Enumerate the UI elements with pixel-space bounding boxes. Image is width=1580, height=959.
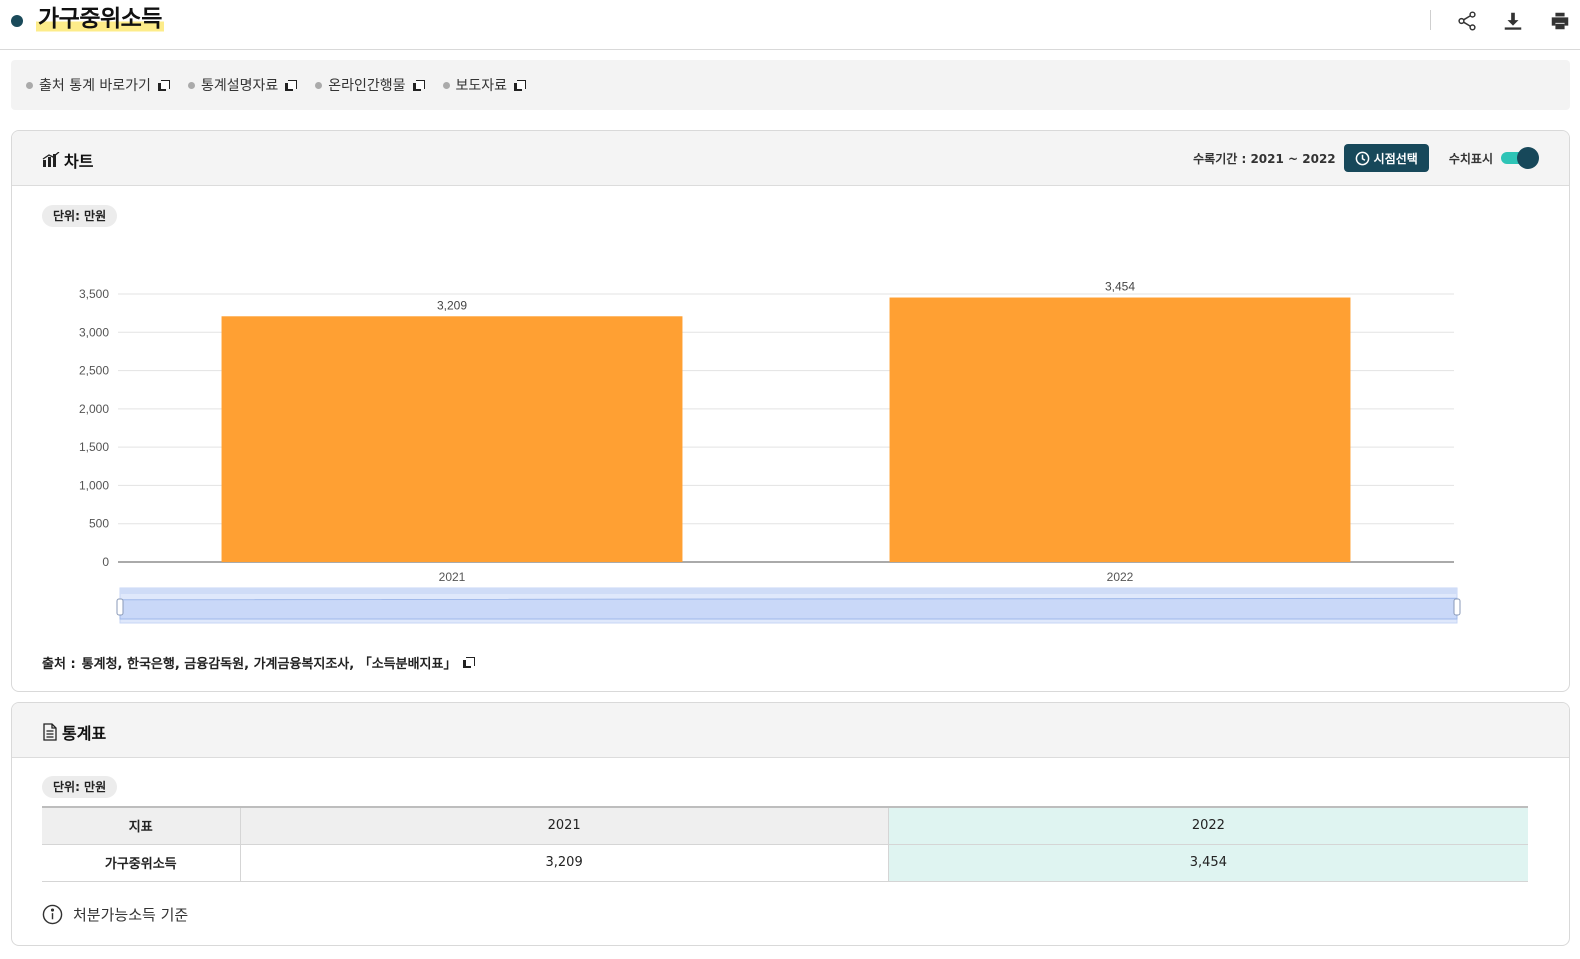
info-icon [42, 904, 63, 925]
cell-2021: 3,209 [240, 844, 889, 882]
header-year-2022: 2022 [888, 807, 1528, 845]
x-tick-label: 2022 [1107, 570, 1134, 584]
table-panel-header: 통계표 [12, 703, 1569, 758]
title-bullet [11, 15, 23, 27]
header-divider [1430, 10, 1431, 30]
bullet [442, 81, 450, 89]
external-link-icon[interactable] [463, 657, 476, 668]
y-tick-label: 2,000 [79, 402, 109, 416]
external-link-icon [412, 79, 425, 91]
y-tick-label: 1,500 [79, 440, 109, 454]
link-label: 온라인간행물 [328, 78, 406, 94]
navigator-right-handle[interactable] [1453, 598, 1461, 616]
link-source-stats[interactable]: 출처 통계 바로가기 [26, 75, 170, 95]
table-unit-badge: 단위: 만원 [42, 776, 118, 798]
navigator-top-bar [120, 588, 1457, 594]
cell-2022: 3,454 [888, 844, 1528, 882]
related-links-bar: 출처 통계 바로가기 통계설명자료 온라인간행물 보도자료 [11, 60, 1570, 110]
header-year-2021: 2021 [240, 807, 889, 845]
table-row: 가구중위소득 3,209 3,454 [42, 844, 1528, 882]
y-tick-label: 3,000 [79, 325, 109, 339]
source-text[interactable]: 통계청, 한국은행, 금융감독원, 가계금융복지조사, 「소득분배지표」 [82, 653, 457, 672]
bullet [187, 81, 195, 89]
page-header: 가구중위소득 [0, 0, 1580, 50]
link-label: 출처 통계 바로가기 [39, 78, 151, 94]
note-text: 처분가능소득 기준 [73, 906, 189, 924]
share-button[interactable] [1452, 6, 1482, 36]
table-header-row: 지표 2021 2022 [42, 807, 1528, 845]
navigator-series-area [119, 597, 1458, 620]
document-icon [43, 723, 57, 741]
y-tick-label: 500 [89, 517, 109, 531]
data-label: 3,454 [1105, 280, 1135, 294]
external-link-icon [157, 79, 170, 91]
chart-source: 출처 : 통계청, 한국은행, 금융감독원, 가계금융복지조사, 「소득분배지표… [42, 653, 476, 672]
link-press-release[interactable]: 보도자료 [442, 75, 527, 95]
link-online-publication[interactable]: 온라인간행물 [315, 75, 425, 95]
table-panel: 통계표 단위: 만원 지표 2021 2022 가구중위소득 3,209 3,4… [11, 702, 1570, 946]
bullet [26, 81, 33, 89]
print-button[interactable] [1545, 6, 1575, 36]
data-label: 3,209 [437, 298, 467, 312]
external-link-icon [514, 79, 527, 91]
download-button[interactable] [1498, 6, 1528, 36]
y-tick-label: 3,500 [79, 287, 109, 301]
stats-table: 지표 2021 2022 가구중위소득 3,209 3,454 [42, 806, 1528, 882]
row-indicator: 가구중위소득 [42, 844, 241, 882]
bullet [315, 81, 323, 89]
y-tick-label: 1,000 [79, 478, 109, 492]
x-tick-label: 2021 [439, 570, 466, 584]
y-tick-label: 2,500 [79, 364, 109, 378]
source-label: 출처 : [42, 657, 76, 672]
header-indicator: 지표 [42, 807, 241, 845]
bar[interactable] [221, 316, 683, 562]
table-panel-title: 통계표 [42, 720, 106, 744]
navigator-left-handle[interactable] [116, 598, 124, 616]
y-tick-label: 0 [102, 555, 109, 569]
table-title-text: 통계표 [62, 724, 107, 743]
link-stat-description[interactable]: 통계설명자료 [187, 75, 298, 95]
external-link-icon [285, 79, 298, 91]
bar-chart: 0 500 1,000 1,500 2,000 2,500 3,000 3,500 3,209 2… [79, 280, 1461, 624]
download-icon [1504, 12, 1522, 30]
page-title: 가구중위소득 [36, 4, 164, 34]
link-label: 통계설명자료 [200, 78, 279, 94]
share-icon [1458, 11, 1476, 31]
bar[interactable] [889, 297, 1351, 562]
table-note: 처분가능소득 기준 [42, 904, 188, 925]
chart-panel: 차트 수록기간 : 2021 ~ 2022 시점선택 수치표시 단위: 만원 0… [11, 130, 1570, 692]
link-label: 보도자료 [455, 78, 508, 94]
print-icon [1551, 12, 1569, 30]
